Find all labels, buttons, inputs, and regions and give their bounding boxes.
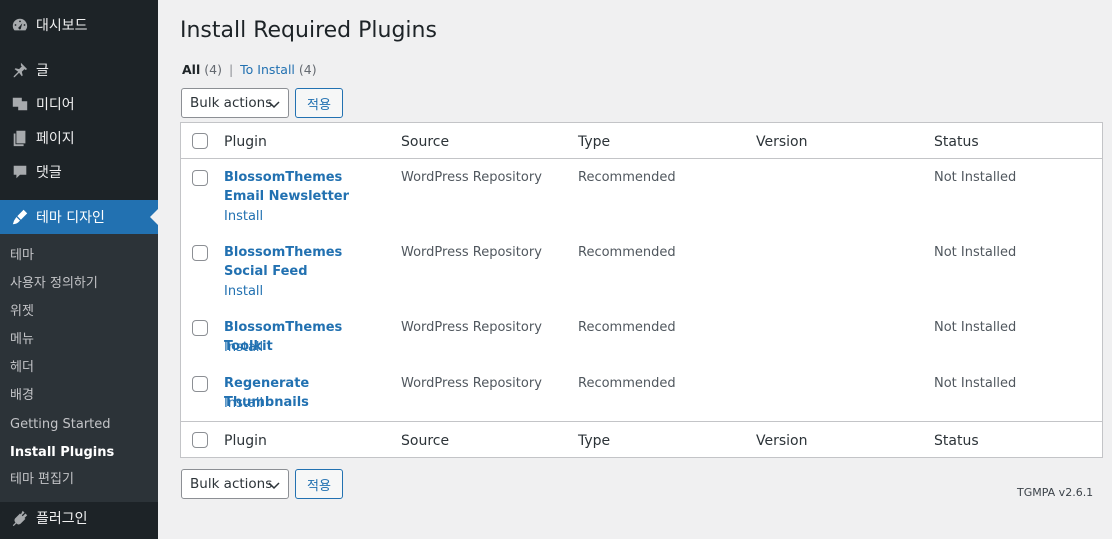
- install-link[interactable]: Install: [224, 284, 263, 299]
- submenu-item-widgets[interactable]: 위젯: [10, 302, 34, 322]
- column-footer-status[interactable]: Status: [934, 433, 979, 449]
- chevron-down-icon: [268, 482, 280, 490]
- filter-all-count: (4): [204, 62, 222, 77]
- status-filters: All (4) | To Install (4): [182, 62, 317, 77]
- install-link[interactable]: Install: [224, 396, 263, 411]
- column-header-version: Version: [756, 134, 808, 150]
- tgmpa-version: TGMPA v2.6.1: [1017, 486, 1094, 499]
- menu-label: 페이지: [36, 131, 75, 147]
- pin-icon: [0, 61, 36, 79]
- status-cell: Not Installed: [934, 170, 1017, 185]
- column-header-status[interactable]: Status: [934, 134, 979, 150]
- install-link[interactable]: Install: [224, 209, 263, 224]
- row-checkbox[interactable]: [192, 245, 208, 261]
- type-cell: Recommended: [578, 245, 676, 260]
- menu-label: 댓글: [36, 165, 62, 181]
- filter-to-install[interactable]: To Install: [240, 62, 295, 77]
- media-icon: [0, 95, 36, 113]
- menu-item-posts[interactable]: 글: [0, 53, 158, 87]
- menu-label: 대시보드: [36, 18, 88, 34]
- row-checkbox[interactable]: [192, 170, 208, 186]
- appearance-submenu: 테마 사용자 정의하기 위젯 메뉴 헤더 배경 Getting Started …: [0, 234, 158, 502]
- submenu-item-menus[interactable]: 메뉴: [10, 330, 34, 350]
- page-title: Install Required Plugins: [180, 18, 437, 43]
- menu-item-comments[interactable]: 댓글: [0, 155, 158, 189]
- menu-label: 플러그인: [36, 511, 88, 527]
- source-cell: WordPress Repository: [401, 376, 542, 391]
- submenu-item-header[interactable]: 헤더: [10, 358, 34, 378]
- select-all-checkbox-footer[interactable]: [192, 432, 208, 448]
- column-footer-source[interactable]: Source: [401, 433, 449, 449]
- menu-item-plugins[interactable]: 플러그인: [0, 501, 158, 535]
- plugin-name-link[interactable]: BlossomThemes Social Feed: [224, 243, 374, 281]
- apply-button-bottom[interactable]: 적용: [295, 469, 343, 499]
- filter-to-install-count: (4): [298, 62, 317, 77]
- brush-icon: [0, 208, 36, 226]
- menu-label: 글: [36, 63, 49, 79]
- filter-separator: |: [228, 62, 234, 77]
- menu-item-appearance[interactable]: 테마 디자인: [0, 200, 158, 234]
- plugin-name-link[interactable]: BlossomThemes Email Newsletter: [224, 168, 374, 206]
- type-cell: Recommended: [578, 170, 676, 185]
- apply-button-top[interactable]: 적용: [295, 88, 343, 118]
- bulk-actions-select-top[interactable]: Bulk actions: [181, 88, 289, 118]
- column-footer-type[interactable]: Type: [578, 433, 610, 449]
- submenu-item-getting-started[interactable]: Getting Started: [10, 415, 111, 435]
- admin-sidebar: 대시보드 글 미디어 페이지 댓글 테마 디자인 테마 사용자 정의하기 위젯 …: [0, 0, 158, 539]
- column-footer-version: Version: [756, 433, 808, 449]
- row-checkbox[interactable]: [192, 320, 208, 336]
- menu-item-pages[interactable]: 페이지: [0, 121, 158, 155]
- plugin-icon: [0, 509, 36, 527]
- filter-all[interactable]: All: [182, 62, 200, 77]
- row-checkbox[interactable]: [192, 376, 208, 392]
- submenu-item-install-plugins[interactable]: Install Plugins: [10, 443, 114, 463]
- submenu-item-background[interactable]: 배경: [10, 386, 34, 406]
- status-cell: Not Installed: [934, 376, 1017, 391]
- select-all-checkbox[interactable]: [192, 133, 208, 149]
- bulk-actions-label: Bulk actions: [190, 95, 273, 111]
- type-cell: Recommended: [578, 376, 676, 391]
- menu-label: 미디어: [36, 97, 75, 113]
- status-cell: Not Installed: [934, 245, 1017, 260]
- header-divider: [181, 158, 1102, 159]
- status-cell: Not Installed: [934, 320, 1017, 335]
- install-link[interactable]: Install: [224, 340, 263, 355]
- menu-label: 테마 디자인: [36, 210, 105, 226]
- submenu-item-themes[interactable]: 테마: [10, 246, 34, 266]
- submenu-item-customize[interactable]: 사용자 정의하기: [10, 274, 98, 294]
- column-header-source[interactable]: Source: [401, 134, 449, 150]
- bulk-actions-label: Bulk actions: [190, 476, 273, 492]
- column-header-plugin[interactable]: Plugin: [224, 134, 267, 150]
- footer-divider: [181, 421, 1102, 422]
- menu-item-media[interactable]: 미디어: [0, 87, 158, 121]
- comment-icon: [0, 163, 36, 181]
- dashboard-icon: [0, 16, 36, 34]
- column-footer-plugin[interactable]: Plugin: [224, 433, 267, 449]
- plugins-table: Plugin Source Type Version Status Blosso…: [180, 122, 1103, 458]
- column-header-type[interactable]: Type: [578, 134, 610, 150]
- chevron-down-icon: [268, 101, 280, 109]
- source-cell: WordPress Repository: [401, 170, 542, 185]
- bulk-actions-select-bottom[interactable]: Bulk actions: [181, 469, 289, 499]
- menu-item-dashboard[interactable]: 대시보드: [0, 8, 158, 42]
- submenu-item-theme-editor[interactable]: 테마 편집기: [10, 470, 74, 490]
- type-cell: Recommended: [578, 320, 676, 335]
- page-icon: [0, 129, 36, 147]
- source-cell: WordPress Repository: [401, 245, 542, 260]
- source-cell: WordPress Repository: [401, 320, 542, 335]
